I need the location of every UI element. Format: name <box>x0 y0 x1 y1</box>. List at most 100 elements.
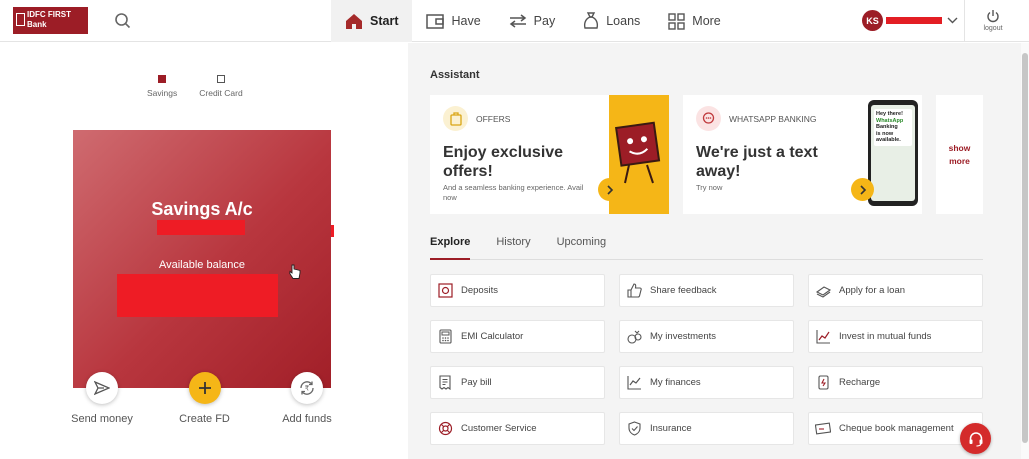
user-menu[interactable]: KS <box>862 10 958 31</box>
redaction-mark <box>331 225 334 237</box>
nav-start-label: Start <box>370 14 399 28</box>
support-icon <box>437 421 453 437</box>
nav-start[interactable]: Start <box>331 0 413 42</box>
chevron-right-icon <box>859 184 866 195</box>
thumbs-up-icon <box>626 283 642 299</box>
explore-deposits[interactable]: Deposits <box>430 274 605 307</box>
explore-mutual-funds-label: Invest in mutual funds <box>839 331 932 342</box>
bank-logo[interactable]: IDFC FIRST Bank <box>13 7 88 34</box>
tab-explore[interactable]: Explore <box>430 230 471 260</box>
logout-button[interactable]: logout <box>975 9 1011 32</box>
add-funds-label: Add funds <box>282 413 332 425</box>
whatsapp-headline-line2: away! <box>696 163 741 180</box>
scrollbar-thumb[interactable] <box>1022 53 1028 443</box>
money-bag-icon <box>584 12 599 29</box>
create-fd-label: Create FD <box>179 413 230 425</box>
send-money-button[interactable]: Send money <box>52 372 152 425</box>
offers-headline: Enjoy exclusive offers! <box>443 143 563 181</box>
grid-icon <box>668 12 685 30</box>
svg-text:₹: ₹ <box>305 385 310 393</box>
user-name-redacted <box>886 17 942 24</box>
offers-subtext-line1: And a seamless banking experience. Avail <box>443 183 584 192</box>
logout-label: logout <box>983 25 1003 32</box>
tab-upcoming[interactable]: Upcoming <box>557 230 607 260</box>
nav-have[interactable]: Have <box>412 0 494 42</box>
explore-cheque-book[interactable]: Cheque book management <box>808 412 983 445</box>
explore-grid: Deposits Share feedback Apply for a loan… <box>430 274 983 445</box>
whatsapp-tag: WHATSAPP BANKING <box>696 106 817 131</box>
phone-illustration: Hey there! WhatsApp Banking is now avail… <box>868 100 918 206</box>
whatsapp-tag-label: WHATSAPP BANKING <box>729 113 817 124</box>
avatar: KS <box>862 10 883 31</box>
show-more-button[interactable]: show more <box>936 95 983 214</box>
hand-cursor-icon <box>289 264 301 279</box>
add-funds-button[interactable]: ₹ Add funds <box>257 372 357 425</box>
scrollbar[interactable] <box>1021 43 1029 459</box>
offers-headline-line1: Enjoy exclusive <box>443 144 564 161</box>
offers-card[interactable]: OFFERS Enjoy exclusive offers! And a sea… <box>430 95 669 214</box>
offers-subtext-line2: now <box>443 193 457 202</box>
whatsapp-banking-card[interactable]: WHATSAPP BANKING We're just a text away!… <box>683 95 922 214</box>
trend-chart-icon <box>815 329 831 345</box>
explore-mutual-funds[interactable]: Invest in mutual funds <box>808 320 983 353</box>
explore-insurance[interactable]: Insurance <box>619 412 794 445</box>
tab-credit-card-label: Credit Card <box>199 88 243 98</box>
nav-pay[interactable]: Pay <box>495 0 570 42</box>
explore-my-investments[interactable]: My investments <box>619 320 794 353</box>
tab-savings[interactable]: Savings <box>147 75 177 98</box>
explore-my-investments-label: My investments <box>650 331 716 342</box>
explore-my-finances[interactable]: My finances <box>619 366 794 399</box>
offers-headline-line2: offers! <box>443 163 493 180</box>
logo-mark-icon <box>16 13 25 26</box>
balance-value-redacted <box>117 274 278 317</box>
explore-pay-bill[interactable]: Pay bill <box>430 366 605 399</box>
section-tabs: Explore History Upcoming <box>430 230 983 260</box>
help-chat-button[interactable] <box>960 423 991 454</box>
offer-tag-icon <box>443 106 468 131</box>
explore-emi-calculator-label: EMI Calculator <box>461 331 524 342</box>
logo-text-line2: Bank <box>27 20 47 29</box>
tab-history[interactable]: History <box>496 230 530 260</box>
chevron-right-icon <box>606 184 613 195</box>
offers-tag-label: OFFERS <box>476 113 511 124</box>
money-stack-icon <box>815 283 831 299</box>
main-nav: Start Have Pay Loans More <box>331 0 735 42</box>
explore-customer-service[interactable]: Customer Service <box>430 412 605 445</box>
offers-next-button[interactable] <box>598 178 621 201</box>
explore-share-feedback[interactable]: Share feedback <box>619 274 794 307</box>
offers-tag: OFFERS <box>443 106 510 131</box>
phone-text-5: available. <box>876 137 901 143</box>
unselected-indicator-icon <box>216 75 225 83</box>
search-icon[interactable] <box>113 11 133 31</box>
power-icon <box>987 10 999 23</box>
explore-recharge[interactable]: Recharge <box>808 366 983 399</box>
chevron-down-icon <box>947 17 958 24</box>
selected-indicator-icon <box>158 75 167 83</box>
explore-recharge-label: Recharge <box>839 377 881 388</box>
investment-bag-icon <box>626 329 642 345</box>
assistant-panel: Assistant OFFERS Enjoy exclusive offers!… <box>408 43 1021 459</box>
tab-credit-card[interactable]: Credit Card <box>199 75 243 98</box>
explore-deposits-label: Deposits <box>461 285 498 296</box>
refresh-money-icon: ₹ <box>291 372 323 404</box>
transfer-arrows-icon <box>509 14 526 28</box>
chat-bubble-icon <box>696 106 721 131</box>
nav-loans[interactable]: Loans <box>569 0 654 42</box>
cheque-icon <box>815 421 831 437</box>
plus-icon <box>188 372 221 404</box>
explore-share-feedback-label: Share feedback <box>650 285 717 296</box>
assistant-title: Assistant <box>430 69 480 81</box>
shield-icon <box>626 421 642 437</box>
explore-apply-loan[interactable]: Apply for a loan <box>808 274 983 307</box>
mobile-recharge-icon <box>815 375 831 391</box>
explore-emi-calculator[interactable]: EMI Calculator <box>430 320 605 353</box>
account-title: Savings A/c <box>151 199 253 219</box>
whatsapp-next-button[interactable] <box>851 178 874 201</box>
deposit-icon <box>437 283 453 299</box>
create-fd-button[interactable]: Create FD <box>155 372 255 425</box>
headset-icon <box>969 431 982 447</box>
savings-account-card[interactable]: Savings A/c Available balance <box>73 130 334 388</box>
explore-cheque-book-label: Cheque book management <box>839 423 954 434</box>
explore-my-finances-label: My finances <box>650 377 701 388</box>
nav-more[interactable]: More <box>654 0 734 42</box>
